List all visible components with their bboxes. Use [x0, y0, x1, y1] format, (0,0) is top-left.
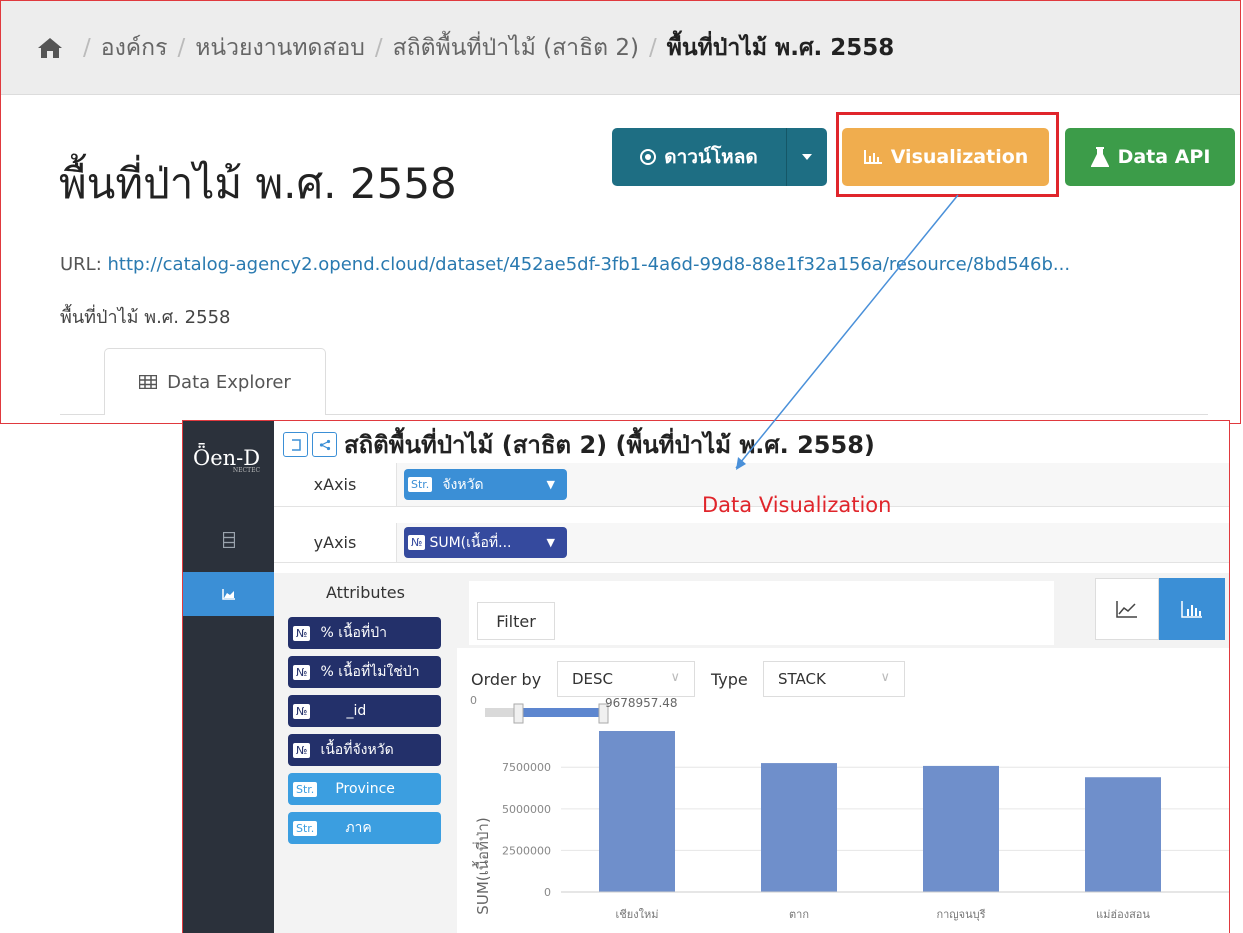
- download-dropdown-toggle[interactable]: [786, 128, 827, 186]
- breadcrumb-separator: /: [374, 34, 383, 61]
- visualization-title-bar: สถิติพื้นที่ป่าไม้ (สาธิต 2) (พื้นที่ป่า…: [283, 425, 875, 464]
- yaxis-row: yAxis № SUM(เนื้อที่... ▼: [274, 523, 1229, 563]
- yaxis-field-name: SUM(เนื้อที่...: [429, 534, 512, 551]
- yaxis-field-pill[interactable]: № SUM(เนื้อที่... ▼: [404, 527, 567, 558]
- url-link[interactable]: http://catalog-agency2.opend.cloud/datas…: [108, 254, 1071, 275]
- home-icon[interactable]: [37, 36, 63, 60]
- breadcrumb-separator: /: [177, 34, 186, 61]
- bar-chart-icon: [1181, 601, 1202, 618]
- string-type-tag: Str.: [293, 781, 318, 797]
- visualization-title: สถิติพื้นที่ป่าไม้ (สาธิต 2) (พื้นที่ป่า…: [344, 431, 875, 459]
- download-button[interactable]: ดาวน์โหลด: [612, 128, 786, 186]
- table-icon: [139, 375, 158, 389]
- x-tick-label: กาญจนบุรี: [936, 908, 985, 921]
- caret-down-icon: [802, 154, 812, 160]
- range-min-label: 0: [470, 694, 477, 707]
- url-label: URL:: [60, 254, 102, 275]
- y-tick-label: 5000000: [502, 803, 551, 816]
- attribute-forest-percent[interactable]: № % เนื้อที่ป่า: [288, 617, 441, 649]
- yaxis-label: yAxis: [274, 523, 397, 562]
- share-button[interactable]: [312, 432, 337, 457]
- range-slider-handle-min[interactable]: [513, 703, 524, 724]
- bar-chart-type-button[interactable]: [1159, 578, 1225, 640]
- attribute-label: เนื้อที่จังหวัด: [320, 742, 394, 758]
- attribute-label: Province: [335, 781, 395, 797]
- xaxis-field-pill[interactable]: Str. จังหวัด ▼: [404, 469, 567, 500]
- attribute-province[interactable]: Str. Province: [288, 773, 441, 805]
- open-d-logo: Ȫen-D NECTEC: [193, 446, 260, 474]
- filter-dropzone[interactable]: Filter: [469, 581, 1054, 645]
- collapse-icon: [291, 438, 301, 451]
- download-button-label: ดาวน์โหลด: [664, 146, 758, 168]
- bar[interactable]: [599, 731, 675, 892]
- x-tick-label: แม่ฮ่องสอน: [1096, 908, 1150, 921]
- bar[interactable]: [923, 765, 999, 892]
- x-tick-label: เชียงใหม่: [616, 908, 659, 921]
- tab-data-explorer-label: Data Explorer: [167, 371, 291, 393]
- filter-button[interactable]: Filter: [477, 602, 555, 640]
- attribute-province-area[interactable]: № เนื้อที่จังหวัด: [288, 734, 441, 766]
- range-max-label: 9678957.48: [605, 696, 678, 710]
- attribute-id[interactable]: № _id: [288, 695, 441, 727]
- number-type-tag: №: [408, 535, 426, 550]
- xaxis-field-name: จังหวัด: [442, 476, 484, 493]
- number-type-tag: №: [293, 664, 311, 680]
- attribute-label: % เนื้อที่ไม่ใช่ป่า: [320, 664, 420, 680]
- bar[interactable]: [1085, 777, 1161, 892]
- y-tick-label: 0: [544, 886, 551, 899]
- attribute-region[interactable]: Str. ภาค: [288, 812, 441, 844]
- sidebar-item-chart[interactable]: [183, 572, 274, 616]
- data-api-button-label: Data API: [1117, 146, 1211, 168]
- breadcrumb-item-resource: พื้นที่ป่าไม้ พ.ศ. 2558: [666, 34, 895, 61]
- page-title: พื้นที่ป่าไม้ พ.ศ. 2558: [59, 159, 457, 208]
- breadcrumb: / องค์กร / หน่วยงานทดสอบ / สถิติพื้นที่ป…: [1, 1, 1240, 95]
- y-axis-title: SUM(เนื้อที่ป่า): [472, 817, 492, 914]
- data-visualization-annotation: Data Visualization: [702, 493, 892, 517]
- resource-url: URL: http://catalog-agency2.opend.cloud/…: [60, 254, 1070, 275]
- bar[interactable]: [761, 763, 837, 892]
- line-chart-type-button[interactable]: [1095, 578, 1159, 640]
- x-tick-label: ตาก: [789, 908, 809, 921]
- attribute-nonforest-percent[interactable]: № % เนื้อที่ไม่ใช่ป่า: [288, 656, 441, 688]
- list-icon: [222, 532, 235, 548]
- breadcrumb-item-organization[interactable]: องค์กร: [101, 30, 168, 66]
- line-chart-icon: [1116, 601, 1137, 618]
- flask-icon: [1090, 147, 1109, 167]
- data-api-button[interactable]: Data API: [1065, 128, 1235, 186]
- number-type-tag: №: [293, 742, 311, 758]
- y-tick-label: 7500000: [502, 761, 551, 774]
- number-type-tag: №: [293, 625, 311, 641]
- visualization-highlight-box: [836, 112, 1059, 197]
- share-icon: [319, 439, 330, 450]
- visualization-app: Ȫen-D NECTEC สถิติพื้นที่ป่าไม้ (สาธิต 2…: [182, 420, 1230, 933]
- breadcrumb-item-agency[interactable]: หน่วยงานทดสอบ: [195, 30, 365, 66]
- breadcrumb-separator: /: [83, 34, 91, 61]
- attributes-panel: Attributes № % เนื้อที่ป่า № % เนื้อที่ไ…: [274, 573, 457, 933]
- breadcrumb-separator: /: [649, 34, 657, 61]
- attribute-label: ภาค: [345, 820, 372, 836]
- chart-area: Order by DESC ∨ Type STACK ∨ 0 9678957.4…: [457, 648, 1229, 933]
- app-sidebar: Ȫen-D NECTEC: [183, 421, 274, 933]
- tab-data-explorer[interactable]: Data Explorer: [104, 348, 326, 415]
- area-chart-icon: [221, 589, 235, 600]
- number-type-tag: №: [293, 703, 311, 719]
- attributes-title: Attributes: [326, 583, 405, 602]
- caret-down-icon: ▼: [546, 536, 555, 549]
- y-tick-label: 2500000: [502, 844, 551, 857]
- breadcrumb-item-dataset[interactable]: สถิติพื้นที่ป่าไม้ (สาธิต 2): [393, 30, 639, 66]
- dataset-resource-panel: / องค์กร / หน่วยงานทดสอบ / สถิติพื้นที่ป…: [0, 0, 1241, 424]
- collapse-button[interactable]: [283, 432, 308, 457]
- bar-chart: 0 9678957.48 SUM(เนื้อที่ป่า) 0 2500000 …: [470, 694, 1229, 921]
- resource-description: พื้นที่ป่าไม้ พ.ศ. 2558: [60, 307, 231, 328]
- download-circle-icon: [640, 149, 657, 165]
- string-type-tag: Str.: [293, 820, 318, 836]
- xaxis-label: xAxis: [274, 463, 397, 506]
- caret-down-icon: ▼: [546, 478, 555, 491]
- sidebar-item-data[interactable]: [183, 518, 274, 562]
- range-slider-selection: [519, 708, 603, 717]
- attribute-label: _id: [346, 703, 367, 719]
- filter-area: Filter: [457, 573, 1229, 648]
- attribute-label: % เนื้อที่ป่า: [320, 625, 387, 641]
- string-type-tag: Str.: [408, 477, 433, 492]
